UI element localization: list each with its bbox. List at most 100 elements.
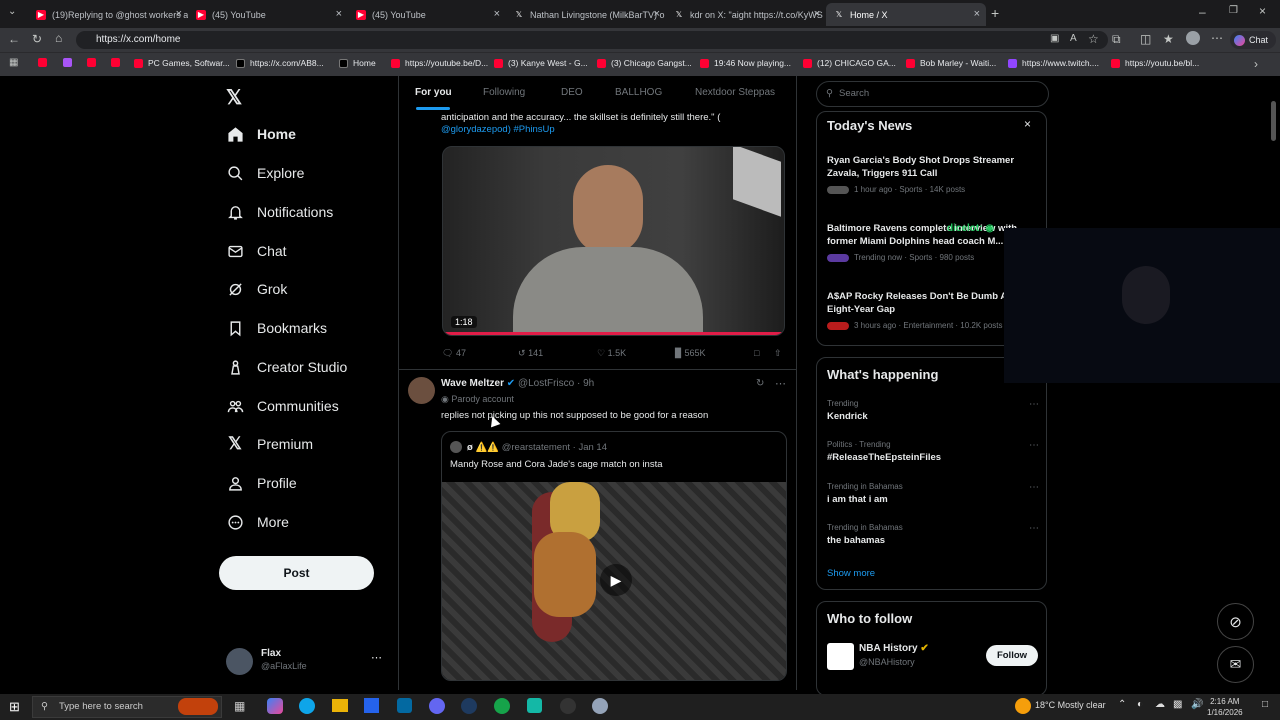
steam-icon[interactable] <box>461 698 477 714</box>
store-icon[interactable] <box>364 698 379 713</box>
copilot-icon[interactable] <box>267 698 283 714</box>
scrollbar[interactable] <box>1271 101 1276 141</box>
trend-item[interactable]: Trending Kendrick ⋯ <box>827 399 1039 422</box>
tab-ballhog[interactable]: BALLHOG <box>615 87 662 98</box>
app-icon[interactable] <box>527 698 542 713</box>
like-button[interactable]: ♡ 1.5K <box>597 348 626 359</box>
nav-creator-studio[interactable]: Creator Studio <box>226 353 347 381</box>
volume-icon[interactable]: 🔊 <box>1191 699 1203 710</box>
task-view-icon[interactable]: ▦ <box>234 699 245 713</box>
trend-item[interactable]: Politics · Trending #ReleaseTheEpsteinFil… <box>827 440 1039 463</box>
weather-text[interactable]: 18°C Mostly clear <box>1035 700 1106 710</box>
minimize-icon[interactable]: – <box>1199 5 1206 19</box>
nav-grok[interactable]: Grok <box>226 275 287 303</box>
bookmark-item[interactable]: https://youtu.be/bl... <box>1111 58 1199 68</box>
nav-bookmarks[interactable]: Bookmarks <box>226 314 327 342</box>
obs-icon[interactable] <box>560 698 576 714</box>
chevron-right-icon[interactable]: › <box>1254 57 1258 71</box>
browser-tab[interactable]: ▶ (45) YouTube × <box>348 3 506 26</box>
play-icon[interactable]: ▶ <box>600 564 632 596</box>
maximize-icon[interactable]: ❐ <box>1229 5 1238 16</box>
repost-button[interactable]: ↺ 141 <box>518 348 543 359</box>
show-more-link[interactable]: Show more <box>827 568 875 579</box>
close-icon[interactable]: × <box>1024 117 1031 131</box>
hashtag-link[interactable]: ) #PhinsUp <box>508 124 555 135</box>
install-app-icon[interactable]: ▣ <box>1050 33 1059 44</box>
follow-button[interactable]: Follow <box>986 645 1038 666</box>
browser-tab[interactable]: 𝕏 Nathan Livingstone (MilkBarTV) o × <box>506 3 666 26</box>
tab-deo[interactable]: DEO <box>561 87 583 98</box>
bookmark-item[interactable]: Home <box>339 58 376 68</box>
author-handle[interactable]: @LostFrisco <box>518 378 574 389</box>
trend-item[interactable]: Trending in Bahamas the bahamas ⋯ <box>827 523 1039 546</box>
bookmark-item[interactable]: 19:46 Now playing... <box>700 58 791 68</box>
more-dots-icon[interactable]: ⋯ <box>371 651 382 664</box>
nav-communities[interactable]: Communities <box>226 392 339 420</box>
nav-home[interactable]: Home <box>226 120 296 148</box>
home-icon[interactable]: ⌂ <box>55 31 62 45</box>
more-dots-icon[interactable]: ⋯ <box>1029 399 1039 410</box>
nav-chat[interactable]: Chat <box>226 237 287 265</box>
messages-icon[interactable]: ✉ <box>1217 646 1254 683</box>
browser-tab[interactable]: ▶ (19)Replying to @ghost workers a × <box>28 3 188 26</box>
copilot-chat-button[interactable]: Chat <box>1230 31 1276 49</box>
close-tab-icon[interactable]: × <box>654 8 660 20</box>
new-tab-icon[interactable]: + <box>991 5 999 21</box>
nav-profile[interactable]: Profile <box>226 469 297 497</box>
close-window-icon[interactable]: × <box>1259 4 1266 18</box>
bookmark-item[interactable]: (12) CHICAGO GA... <box>803 58 896 68</box>
reload-icon[interactable]: ↻ <box>32 32 42 46</box>
browser-tab-active[interactable]: 𝕏 Home / X × <box>826 3 986 26</box>
bookmark-item[interactable]: (3) Kanye West - G... <box>494 58 588 68</box>
more-dots-icon[interactable]: ⋯ <box>1029 440 1039 451</box>
follow-name[interactable]: NBA History ✔ <box>859 643 929 654</box>
avatar[interactable] <box>827 643 854 670</box>
close-tab-icon[interactable]: × <box>176 8 182 20</box>
windows-start-icon[interactable]: ⊞ <box>9 699 20 715</box>
apps-icon[interactable]: ▦ <box>9 57 18 68</box>
tab-for-you[interactable]: For you <box>415 87 452 98</box>
browser-tab[interactable]: 𝕏kdr on X: "aight https://t.co/KyWS × <box>666 3 826 26</box>
outlook-icon[interactable] <box>397 698 412 713</box>
tray-chevron-icon[interactable]: ⌃ <box>1118 699 1126 710</box>
share-icon[interactable]: ⇧ <box>774 348 782 359</box>
split-screen-icon[interactable]: ◫ <box>1140 32 1151 46</box>
bookmark-item[interactable]: (3) Chicago Gangst... <box>597 58 692 68</box>
news-item[interactable]: A$AP Rocky Releases Don't Be Dumb After … <box>827 290 1032 330</box>
star-icon[interactable]: ☆ <box>1088 32 1099 46</box>
more-dots-icon[interactable]: ⋯ <box>1029 482 1039 493</box>
nav-more[interactable]: More <box>226 508 289 536</box>
profile-avatar-icon[interactable] <box>1186 31 1200 45</box>
bookmark-item[interactable]: https://youtube.be/D... <box>391 58 488 68</box>
back-icon[interactable]: ← <box>8 32 20 46</box>
tray-app-icon[interactable]: ◐ <box>1137 699 1143 710</box>
bookmark-item[interactable] <box>38 58 52 67</box>
author-name[interactable]: Wave Meltzer <box>441 378 504 389</box>
edge-icon[interactable] <box>299 698 315 714</box>
bookmark-item[interactable]: https://x.com/AB8... <box>236 58 324 68</box>
grok-icon[interactable]: ↻ <box>756 378 764 389</box>
avatar[interactable] <box>408 377 435 404</box>
close-tab-icon[interactable]: × <box>974 8 980 20</box>
tab-nextdoor-steppas[interactable]: Nextdoor Steppas <box>695 87 775 98</box>
bookmark-icon[interactable]: □ <box>754 348 759 358</box>
bookmark-item[interactable] <box>87 58 101 67</box>
url-input[interactable]: https://x.com/home <box>76 31 1108 49</box>
mention-link[interactable]: @glorydazepod <box>441 124 508 135</box>
x-logo-icon[interactable]: 𝕏 <box>226 85 242 110</box>
nav-explore[interactable]: Explore <box>226 159 304 187</box>
app-icon[interactable] <box>592 698 608 714</box>
nav-notifications[interactable]: Notifications <box>226 198 333 226</box>
file-explorer-icon[interactable] <box>332 699 348 712</box>
grok-icon[interactable]: ⊘ <box>1217 603 1254 640</box>
discord-icon[interactable] <box>429 698 445 714</box>
menu-dots-icon[interactable]: ⋯ <box>1211 31 1223 45</box>
more-dots-icon[interactable]: ⋯ <box>775 377 786 390</box>
quoted-video[interactable]: ▶ <box>442 482 786 680</box>
close-tab-icon[interactable]: × <box>494 8 500 20</box>
news-item[interactable]: Baltimore Ravens complete interview with… <box>827 222 1032 262</box>
notifications-icon[interactable]: □ <box>1262 699 1268 710</box>
post-button[interactable]: Post <box>219 556 374 590</box>
bookmark-item[interactable]: https://www.twitch.... <box>1008 58 1099 68</box>
close-tab-icon[interactable]: × <box>814 8 820 20</box>
